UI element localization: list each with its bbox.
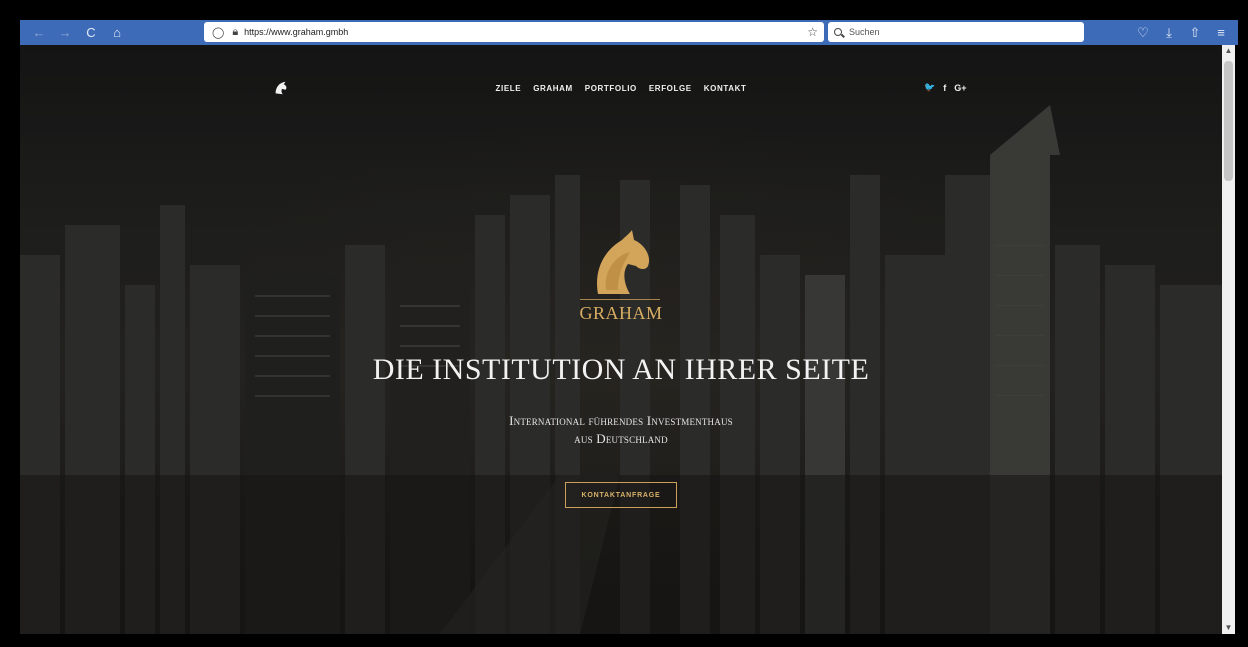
hero-subline-1: International führendes Investmenthaus bbox=[509, 413, 733, 428]
scroll-thumb[interactable] bbox=[1224, 61, 1233, 181]
home-icon[interactable]: ⌂ bbox=[106, 25, 128, 40]
shield-icon[interactable]: ◯ bbox=[212, 26, 224, 39]
nav-item-kontakt[interactable]: KONTAKT bbox=[704, 84, 747, 93]
scroll-down-icon[interactable]: ▼ bbox=[1222, 622, 1235, 634]
twitter-icon[interactable]: 🐦 bbox=[924, 82, 935, 93]
menu-icon[interactable]: ≡ bbox=[1210, 25, 1232, 40]
contact-request-button[interactable]: KONTAKTANFRAGE bbox=[565, 482, 677, 508]
browser-right-tools: ♡ ⤓ ⇧ ≡ bbox=[1132, 20, 1232, 45]
hero-subline-2: aus Deutschland bbox=[574, 431, 668, 446]
pocket-icon[interactable]: ♡ bbox=[1132, 25, 1154, 41]
search-box[interactable]: Suchen bbox=[828, 22, 1084, 42]
screenshot-frame: ← → C ⌂ ◯ 🔒︎ https://www.graham.gmbh ☆ S… bbox=[0, 0, 1248, 647]
search-icon bbox=[834, 27, 843, 37]
horse-logo-icon bbox=[597, 230, 650, 294]
facebook-icon[interactable]: f bbox=[943, 83, 946, 93]
lock-icon[interactable]: 🔒︎ bbox=[232, 26, 238, 39]
reload-icon[interactable]: C bbox=[80, 25, 102, 40]
nav-item-portfolio[interactable]: PORTFOLIO bbox=[585, 84, 637, 93]
page-viewport: ZIELE GRAHAM PORTFOLIO ERFOLGE KONTAKT 🐦… bbox=[20, 45, 1222, 634]
back-icon[interactable]: ← bbox=[28, 25, 50, 40]
scroll-up-icon[interactable]: ▲ bbox=[1222, 45, 1235, 57]
browser-nav-buttons: ← → C ⌂ bbox=[28, 25, 128, 40]
nav-item-erfolge[interactable]: ERFOLGE bbox=[649, 84, 692, 93]
search-placeholder[interactable]: Suchen bbox=[849, 27, 880, 37]
brand-divider bbox=[580, 299, 660, 300]
nav-item-graham[interactable]: GRAHAM bbox=[533, 84, 573, 93]
extensions-icon[interactable]: ⇧ bbox=[1184, 25, 1206, 41]
page-scrollbar[interactable]: ▲ ▼ bbox=[1222, 45, 1235, 634]
google-plus-icon[interactable]: G+ bbox=[954, 83, 966, 93]
bookmark-star-icon[interactable]: ☆ bbox=[807, 25, 818, 39]
browser-toolbar: ← → C ⌂ ◯ 🔒︎ https://www.graham.gmbh ☆ S… bbox=[20, 20, 1238, 45]
brand-name: GRAHAM bbox=[579, 303, 663, 323]
main-navigation: ZIELE GRAHAM PORTFOLIO ERFOLGE KONTAKT bbox=[20, 84, 1222, 93]
nav-item-ziele[interactable]: ZIELE bbox=[496, 84, 522, 93]
download-icon[interactable]: ⤓ bbox=[1158, 25, 1180, 41]
hero-headline: DIE INSTITUTION AN IHRER SEITE bbox=[372, 353, 870, 386]
forward-icon[interactable]: → bbox=[54, 25, 76, 40]
social-links: 🐦 f G+ bbox=[924, 82, 966, 93]
url-text[interactable]: https://www.graham.gmbh bbox=[244, 27, 807, 37]
city-skyline-background bbox=[20, 45, 1222, 634]
url-bar[interactable]: ◯ 🔒︎ https://www.graham.gmbh ☆ bbox=[204, 22, 824, 42]
